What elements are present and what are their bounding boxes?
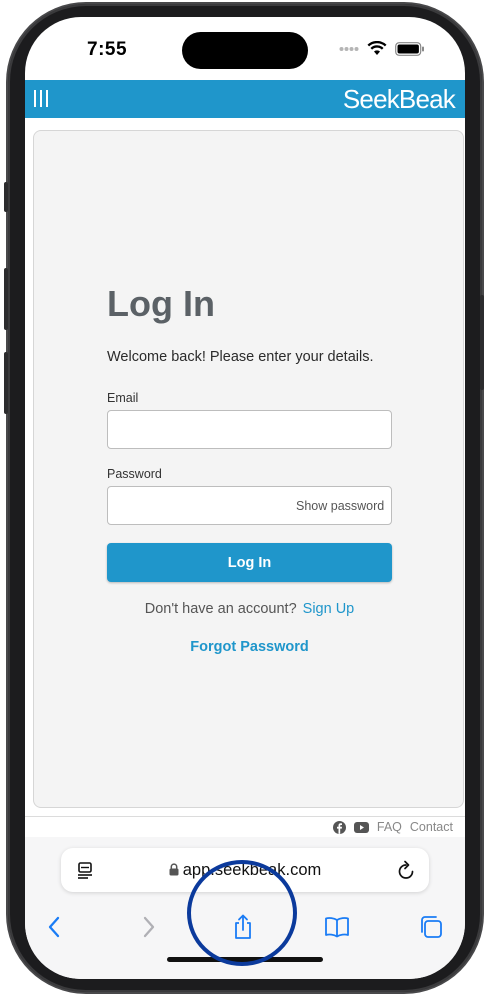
lock-icon: [169, 863, 179, 876]
tabs-icon: [421, 916, 442, 938]
contact-link[interactable]: Contact: [410, 820, 453, 834]
menu-bars-icon[interactable]: [34, 90, 52, 108]
footer: FAQ Contact: [332, 820, 453, 834]
forward-icon: [143, 916, 155, 938]
footer-divider: [25, 816, 465, 817]
facebook-icon[interactable]: [332, 820, 346, 834]
cellular-signal-icon: [339, 46, 359, 51]
forgot-password-link[interactable]: Forgot Password: [34, 639, 465, 655]
volume-up-button: [4, 268, 8, 330]
reload-icon[interactable]: [397, 860, 415, 880]
wifi-icon: [367, 41, 387, 55]
page-title: Log In: [107, 283, 215, 324]
faq-link[interactable]: FAQ: [377, 820, 402, 834]
main-content: Log In Welcome back! Please enter your d…: [25, 118, 465, 834]
seekbeak-logo[interactable]: SeekBeak: [343, 84, 456, 115]
login-card: Log In Welcome back! Please enter your d…: [33, 130, 464, 808]
forward-button[interactable]: [129, 907, 169, 947]
status-bar: 7:55: [25, 17, 465, 79]
highlight-circle: [187, 860, 297, 966]
status-time: 7:55: [87, 39, 128, 60]
email-label: Email: [107, 391, 139, 405]
no-account-text: Don't have an account?: [144, 601, 297, 617]
bookmarks-icon: [325, 917, 349, 938]
show-password-toggle[interactable]: Show password: [296, 499, 384, 513]
youtube-icon[interactable]: [353, 821, 369, 833]
signup-row: Don't have an account? Sign Up: [34, 601, 465, 617]
back-icon: [48, 916, 60, 938]
back-button[interactable]: [34, 907, 74, 947]
power-button: [480, 295, 484, 390]
dynamic-island: [182, 32, 308, 69]
login-button[interactable]: Log In: [107, 543, 392, 582]
status-icons: [339, 41, 425, 56]
battery-icon: [395, 41, 424, 56]
volume-down-button: [4, 352, 8, 414]
bookmarks-button[interactable]: [317, 907, 357, 947]
password-label: Password: [107, 467, 162, 481]
app-header: SeekBeak: [25, 80, 465, 118]
welcome-text: Welcome back! Please enter your details.: [107, 349, 374, 365]
email-field[interactable]: [107, 410, 392, 449]
signup-link[interactable]: Sign Up: [303, 601, 355, 617]
screen: 7:55 SeekBeak Log In Welcome back! Pleas…: [25, 17, 465, 979]
action-button: [4, 182, 8, 212]
tabs-button[interactable]: [411, 907, 451, 947]
